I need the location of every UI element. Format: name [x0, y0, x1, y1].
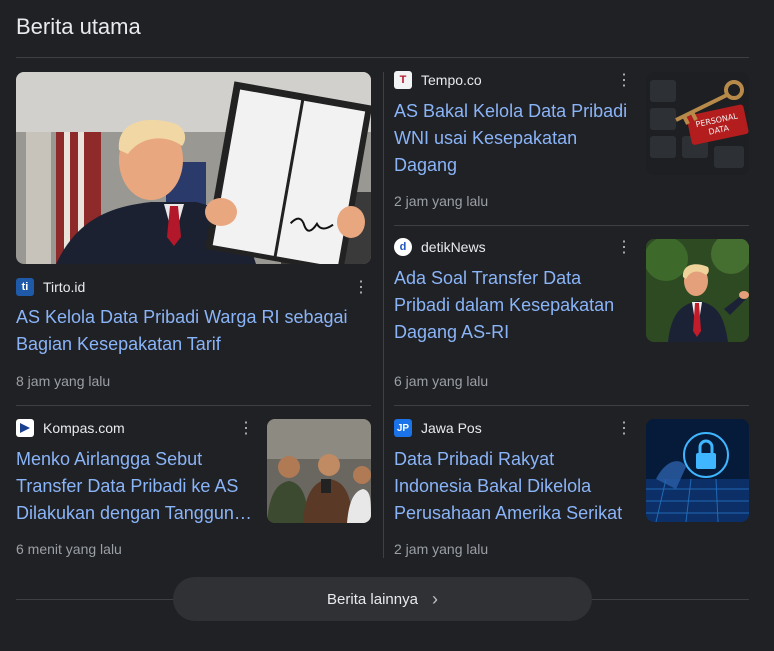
source-tirto[interactable]: ti Tirto.id: [16, 278, 85, 296]
headline-card-2[interactable]: AS Bakal Kelola Data Pribadi WNI usai Ke…: [394, 98, 634, 179]
more-news-label: Berita lainnya: [327, 590, 418, 608]
more-options-icon[interactable]: [238, 421, 254, 437]
jawapos-icon: JP: [394, 419, 412, 437]
source-name: Tempo.co: [421, 72, 482, 88]
more-options-icon[interactable]: [616, 240, 632, 256]
headline-card-3[interactable]: Ada Soal Transfer Data Pribadi dalam Kes…: [394, 265, 634, 346]
divider-right-2: [394, 405, 749, 406]
headline-card-1[interactable]: AS Kelola Data Pribadi Warga RI sebagai …: [16, 304, 371, 358]
source-kompas[interactable]: Kompas.com: [16, 419, 125, 437]
section-title: Berita utama: [16, 14, 141, 39]
more-options-icon[interactable]: [616, 73, 632, 89]
divider-top: [16, 57, 749, 58]
timestamp: 2 jam yang lalu: [394, 193, 489, 209]
thumbnail-cyber-lock[interactable]: [646, 419, 749, 522]
detik-icon: d: [394, 238, 412, 256]
source-name: detikNews: [421, 239, 486, 255]
source-detik[interactable]: d detikNews: [394, 238, 486, 256]
divider-left: [16, 405, 371, 406]
more-news-button[interactable]: Berita lainnya ›: [173, 577, 592, 621]
more-options-icon[interactable]: [616, 421, 632, 437]
timestamp: 2 jam yang lalu: [394, 541, 489, 557]
source-name: Jawa Pos: [421, 420, 482, 436]
divider-vertical: [383, 72, 384, 558]
timestamp: 6 menit yang lalu: [16, 541, 122, 557]
source-name: Tirto.id: [43, 279, 86, 295]
source-tempo[interactable]: T Tempo.co: [394, 71, 482, 89]
kompas-icon: [16, 419, 34, 437]
headline-card-5[interactable]: Data Pribadi Rakyat Indonesia Bakal Dike…: [394, 446, 634, 527]
timestamp: 6 jam yang lalu: [394, 373, 489, 389]
timestamp: 8 jam yang lalu: [16, 373, 111, 389]
thumbnail-personal-data-key[interactable]: PERSONAL DATA: [646, 72, 749, 175]
thumbnail-press-conference[interactable]: [267, 419, 371, 523]
tempo-icon: T: [394, 71, 412, 89]
thumbnail-trump-signing[interactable]: [16, 72, 371, 264]
headline-card-4[interactable]: Menko Airlangga Sebut Transfer Data Prib…: [16, 446, 256, 527]
divider-right-1: [394, 225, 749, 226]
more-options-icon[interactable]: [353, 280, 369, 296]
source-name: Kompas.com: [43, 420, 125, 436]
thumbnail-trump-pointing[interactable]: [646, 239, 749, 342]
tirto-icon: ti: [16, 278, 34, 296]
chevron-right-icon: ›: [431, 588, 438, 609]
source-jawapos[interactable]: JP Jawa Pos: [394, 419, 482, 437]
